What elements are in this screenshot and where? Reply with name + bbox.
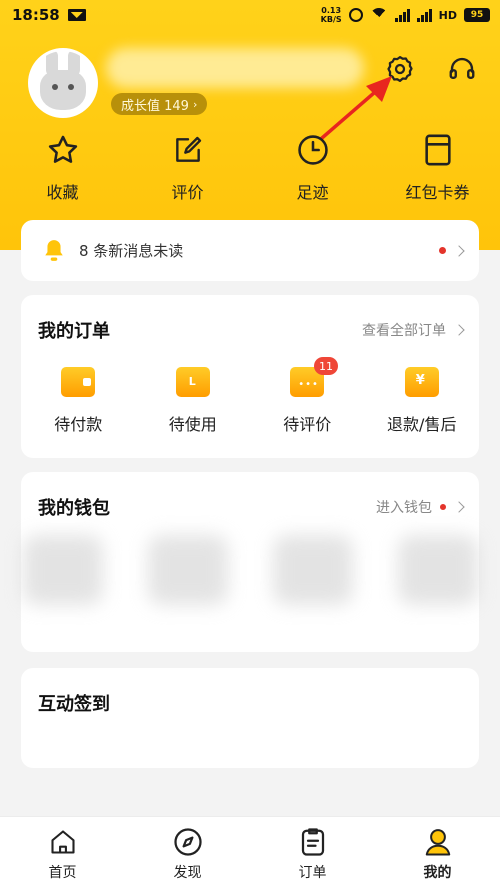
unread-dot: [439, 247, 446, 254]
tab-orders[interactable]: 订单: [250, 817, 375, 889]
signal-icon: [394, 8, 410, 22]
quick-actions: 收藏 评价 足迹 红包卡券: [0, 132, 500, 203]
quick-action-reviews[interactable]: 评价: [125, 132, 250, 203]
order-status-label: 退款/售后: [387, 415, 457, 434]
wallet-title: 我的钱包: [38, 498, 110, 519]
growth-value-badge[interactable]: 成长值 149 ›: [111, 93, 208, 115]
my-wallet-card: 我的钱包 进入钱包: [21, 472, 479, 652]
ticket-icon: L: [175, 367, 210, 397]
sign-in-title: 互动签到: [38, 694, 110, 715]
bell-icon: [45, 239, 63, 261]
network-speed: 0.13 KB/S: [321, 6, 342, 24]
tab-home[interactable]: 首页: [0, 817, 125, 889]
quick-action-label: 红包卡券: [405, 183, 470, 202]
quick-action-favorites[interactable]: 收藏: [0, 132, 125, 203]
order-status-label: 待使用: [168, 415, 217, 434]
order-status-label: 待评价: [283, 415, 332, 434]
unread-messages-text: 8 条新消息未读: [79, 242, 184, 260]
refund-icon: ¥: [404, 367, 439, 397]
order-refund[interactable]: ¥ 退款/售后: [365, 367, 480, 435]
notification-icon: [67, 9, 86, 21]
tab-label: 发现: [173, 865, 202, 881]
status-bar: 18:58 0.13 KB/S HD 95: [0, 0, 500, 30]
battery-icon: 95: [464, 8, 490, 22]
tab-label: 首页: [48, 865, 77, 881]
quick-action-history[interactable]: 足迹: [250, 132, 375, 203]
customer-service-button[interactable]: [446, 53, 478, 85]
network-speed-unit: KB/S: [320, 15, 342, 24]
quick-action-label: 收藏: [46, 183, 79, 202]
headset-icon: [449, 57, 475, 79]
header-background: [0, 0, 500, 250]
enter-wallet-label: 进入钱包: [376, 500, 432, 516]
coupon-icon: [424, 134, 451, 166]
clipboard-icon: [301, 828, 324, 856]
wallet-red-dot: [440, 504, 446, 510]
quick-action-coupons[interactable]: 红包卡券: [375, 132, 500, 203]
wallet-icon: [61, 367, 96, 397]
tab-mine[interactable]: 我的: [375, 817, 500, 889]
profile-icon: [425, 829, 450, 856]
order-status-label: 待付款: [54, 415, 103, 434]
order-to-review[interactable]: ••• 11 待评价: [250, 357, 365, 435]
sign-in-card: 互动签到: [21, 668, 479, 768]
tab-discover[interactable]: 发现: [125, 817, 250, 889]
chevron-right-icon: [453, 244, 465, 257]
review-count-badge: 11: [314, 357, 338, 375]
quick-action-label: 评价: [171, 183, 204, 202]
clock-icon: [297, 135, 328, 165]
view-all-orders-link[interactable]: 查看全部订单: [362, 320, 446, 340]
signal-icon-2: [416, 8, 432, 22]
tab-label: 订单: [298, 865, 327, 881]
chevron-right-icon: [453, 501, 465, 513]
status-time: 18:58: [12, 6, 60, 24]
star-icon: [48, 135, 77, 163]
order-to-use[interactable]: L 待使用: [136, 367, 251, 435]
order-pending-payment[interactable]: 待付款: [21, 367, 136, 435]
wallet-items-blurred: [0, 535, 500, 625]
chevron-right-icon: ›: [192, 97, 198, 111]
my-orders-card: 我的订单 查看全部订单 待付款 L 待使用 ••• 11 待评价 ¥ 退款/售后: [21, 295, 479, 458]
chevron-right-icon: [453, 324, 465, 336]
quick-action-label: 足迹: [296, 183, 329, 202]
network-speed-value: 0.13: [321, 6, 342, 15]
alarm-icon: [348, 8, 363, 22]
growth-value-label: 成长值 149: [121, 98, 189, 114]
avatar[interactable]: [28, 48, 98, 118]
wifi-icon: [369, 8, 388, 26]
enter-wallet-link[interactable]: 进入钱包: [376, 497, 465, 517]
avatar-rabbit-icon: [40, 51, 86, 110]
bottom-tab-bar: 首页 发现 订单 我的: [0, 816, 500, 889]
status-indicators: 0.13 KB/S HD 95: [321, 6, 490, 26]
hd-indicator: HD: [438, 8, 457, 22]
unread-messages-bar[interactable]: 8 条新消息未读: [21, 220, 479, 281]
edit-icon: [175, 136, 201, 162]
home-icon: [50, 830, 75, 854]
compass-icon: [173, 828, 202, 856]
tab-label: 我的: [423, 865, 452, 881]
orders-title: 我的订单: [38, 321, 110, 342]
